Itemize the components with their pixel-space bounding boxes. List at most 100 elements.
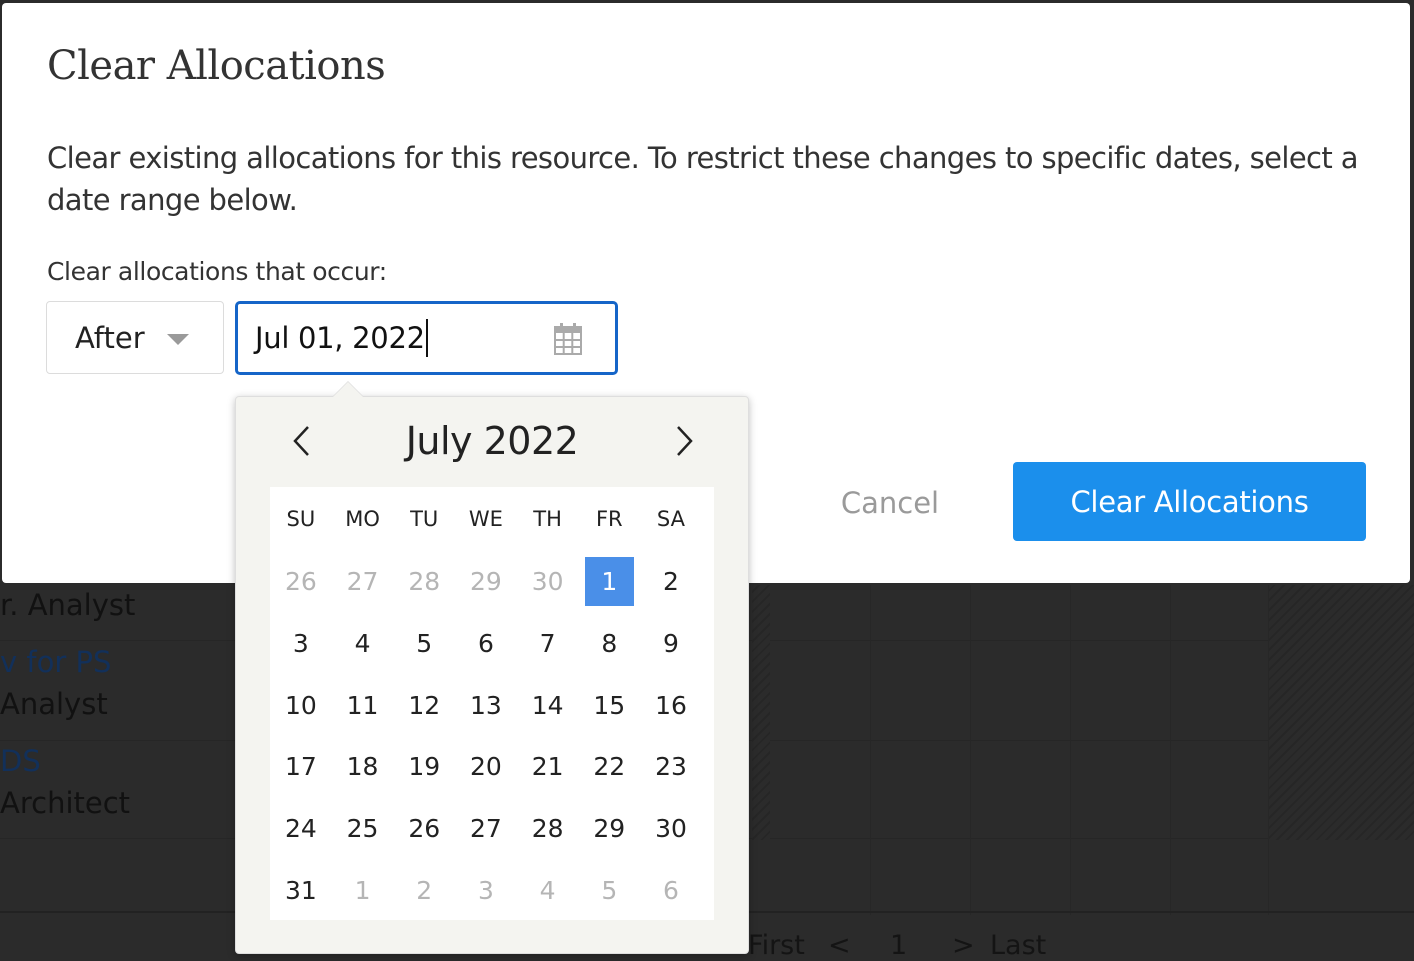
calendar-day[interactable]: 18	[332, 736, 394, 798]
calendar-day[interactable]: 25	[332, 798, 394, 860]
day-number: 27	[346, 567, 379, 597]
calendar-day[interactable]: 28	[517, 798, 579, 860]
next-month-button[interactable]	[664, 419, 704, 463]
weekday-label: TU	[410, 507, 439, 531]
day-number: 26	[408, 814, 441, 844]
calendar-day[interactable]: 24	[270, 798, 332, 860]
calendar-day[interactable]: 10	[270, 674, 332, 736]
dialog-description: Clear existing allocations for this reso…	[47, 141, 1359, 217]
bg-weekend-column	[752, 585, 770, 840]
date-range-label: Clear allocations that occur:	[47, 257, 387, 286]
calendar-day[interactable]: 27	[455, 798, 517, 860]
calendar-day[interactable]: 16	[640, 674, 702, 736]
calendar-day-other-month[interactable]: 3	[455, 859, 517, 921]
bg-resource-role: Architect	[0, 786, 131, 820]
pager-first[interactable]: First	[748, 930, 828, 961]
calendar-day-other-month[interactable]: 6	[640, 859, 702, 921]
picker-pointer	[332, 381, 364, 397]
date-input[interactable]: Jul 01, 2022	[235, 301, 618, 375]
weekday-label: MO	[345, 507, 380, 531]
calendar-day[interactable]: 22	[578, 736, 640, 798]
day-number: 8	[601, 629, 618, 659]
calendar-day-other-month[interactable]: 29	[455, 551, 517, 613]
calendar-day-other-month[interactable]: 28	[393, 551, 455, 613]
calendar-grid: SU MO TU WE TH FR SA 26 27 28 29 30 1 2 3 4 5 6 7 8 9 10 11 12…	[270, 487, 714, 920]
day-number: 24	[284, 814, 317, 844]
calendar-day[interactable]: 30	[640, 798, 702, 860]
range-type-select[interactable]: After	[46, 301, 224, 374]
pagination: First < 1 > Last	[748, 930, 1046, 961]
weekday-header: SU MO TU WE TH FR SA	[270, 487, 714, 551]
calendar-day-other-month[interactable]: 30	[517, 551, 579, 613]
day-number: 7	[539, 629, 556, 659]
day-number: 22	[593, 752, 626, 782]
calendar-day[interactable]: 11	[332, 674, 394, 736]
calendar-week: 3 4 5 6 7 8 9	[270, 613, 714, 675]
calendar-day-other-month[interactable]: 4	[517, 859, 579, 921]
day-number: 29	[593, 814, 626, 844]
calendar-day[interactable]: 17	[270, 736, 332, 798]
calendar-day[interactable]: 6	[455, 613, 517, 675]
day-number: 12	[408, 690, 441, 720]
pager-page[interactable]: 1	[890, 930, 952, 961]
calendar-day-other-month[interactable]: 1	[332, 859, 394, 921]
calendar-day[interactable]: 12	[393, 674, 455, 736]
day-number: 6	[477, 629, 494, 659]
calendar-day-selected[interactable]: 1	[578, 551, 640, 613]
day-number: 31	[284, 875, 317, 905]
weekday-label: TH	[533, 507, 562, 531]
calendar-day[interactable]: 19	[393, 736, 455, 798]
calendar-week: 10 11 12 13 14 15 16	[270, 674, 714, 736]
calendar-day[interactable]: 21	[517, 736, 579, 798]
dialog-title: Clear Allocations	[47, 43, 386, 89]
pager-last[interactable]: Last	[990, 930, 1046, 961]
weekday-label: FR	[595, 507, 623, 531]
day-number: 9	[663, 629, 679, 659]
pager-next[interactable]: >	[952, 930, 990, 961]
calendar-day[interactable]: 23	[640, 736, 702, 798]
day-number: 1	[354, 875, 371, 905]
text-cursor	[425, 319, 428, 357]
calendar-day[interactable]: 7	[517, 613, 579, 675]
day-number: 1	[584, 557, 634, 607]
calendar-day[interactable]: 13	[455, 674, 517, 736]
cancel-button[interactable]: Cancel	[820, 463, 960, 543]
day-number: 14	[531, 690, 564, 720]
calendar-day[interactable]: 9	[640, 613, 702, 675]
bg-grid-line	[1170, 585, 1171, 915]
calendar-day[interactable]: 8	[578, 613, 640, 675]
calendar-week: 17 18 19 20 21 22 23	[270, 736, 714, 798]
calendar-day[interactable]: 14	[517, 674, 579, 736]
calendar-week: 24 25 26 27 28 29 30	[270, 798, 714, 860]
calendar-day[interactable]: 31	[270, 859, 332, 921]
range-type-value: After	[75, 320, 145, 355]
bg-resource-link[interactable]: DS	[0, 744, 41, 778]
calendar-day[interactable]: 3	[270, 613, 332, 675]
calendar-day[interactable]: 20	[455, 736, 517, 798]
weekday-label: SU	[286, 507, 316, 531]
calendar-day[interactable]: 15	[578, 674, 640, 736]
calendar-day-other-month[interactable]: 5	[578, 859, 640, 921]
calendar-day[interactable]: 5	[393, 613, 455, 675]
calendar-day[interactable]: 29	[578, 798, 640, 860]
calendar-day-other-month[interactable]: 26	[270, 551, 332, 613]
day-number: 23	[655, 752, 687, 782]
calendar-week: 26 27 28 29 30 1 2	[270, 551, 714, 613]
pager-prev[interactable]: <	[828, 930, 890, 961]
bg-grid-line	[870, 585, 871, 915]
day-number: 3	[292, 629, 309, 659]
bg-resource-link[interactable]: v for PS	[0, 645, 111, 679]
calendar-day-other-month[interactable]: 27	[332, 551, 394, 613]
bg-grid-line	[970, 585, 971, 915]
clear-allocations-button[interactable]: Clear Allocations	[1013, 462, 1366, 541]
calendar-day[interactable]: 2	[640, 551, 702, 613]
day-number: 29	[470, 567, 502, 597]
calendar-icon[interactable]	[553, 322, 583, 356]
day-number: 30	[531, 567, 564, 597]
calendar-day[interactable]: 26	[393, 798, 455, 860]
bg-grid-line	[1268, 585, 1269, 915]
day-number: 6	[663, 875, 679, 905]
calendar-day-other-month[interactable]: 2	[393, 859, 455, 921]
day-number: 13	[470, 690, 502, 720]
calendar-day[interactable]: 4	[332, 613, 394, 675]
